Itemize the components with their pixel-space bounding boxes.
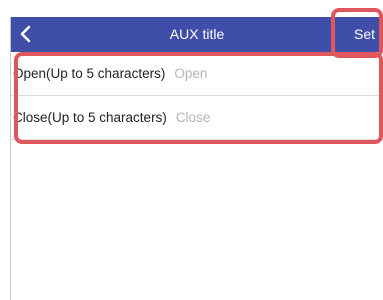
close-field-row: Close(Up to 5 characters) xyxy=(11,96,383,140)
open-input[interactable] xyxy=(174,66,325,81)
close-input[interactable] xyxy=(175,110,326,125)
close-field-label: Close(Up to 5 characters) xyxy=(13,110,167,125)
aux-title-screen: AUX title Set Open(Up to 5 characters) C… xyxy=(10,17,383,300)
header-bar: AUX title Set xyxy=(11,17,383,52)
set-button[interactable]: Set xyxy=(354,17,375,52)
open-field-row: Open(Up to 5 characters) xyxy=(11,52,383,96)
app-frame: AUX title Set Open(Up to 5 characters) C… xyxy=(0,0,383,300)
page-title: AUX title xyxy=(169,26,225,42)
open-field-label: Open(Up to 5 characters) xyxy=(13,66,166,81)
